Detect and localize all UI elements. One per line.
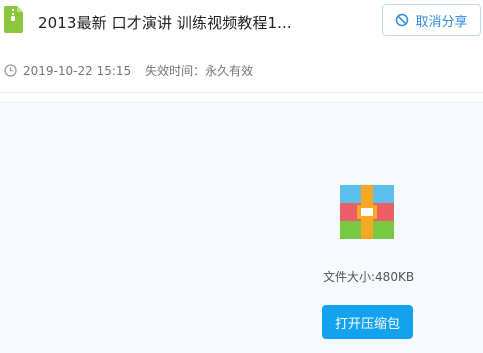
share-meta: 2019-10-22 15:15 失效时间：永久有效 — [4, 62, 253, 79]
zip-file-icon — [4, 6, 23, 33]
preview-panel: 文件大小:480KB 打开压缩包 — [0, 102, 483, 353]
cancel-share-button[interactable]: 取消分享 — [382, 4, 481, 36]
ban-icon — [395, 13, 409, 27]
file-size: 文件大小:480KB — [323, 270, 415, 284]
share-header: 2013最新 口才演讲 训练视频教程1... 取消分享 2019-10-22 1… — [0, 0, 483, 93]
file-title: 2013最新 口才演讲 训练视频教程1... — [38, 14, 292, 32]
open-archive-label: 打开压缩包 — [334, 316, 400, 332]
cancel-share-label: 取消分享 — [415, 14, 468, 30]
clock-icon — [4, 64, 17, 77]
archive-icon — [340, 185, 394, 239]
open-archive-button[interactable]: 打开压缩包 — [322, 305, 413, 339]
share-date: 2019-10-22 15:15 — [23, 63, 132, 78]
expire-time: 失效时间：永久有效 — [145, 64, 254, 78]
